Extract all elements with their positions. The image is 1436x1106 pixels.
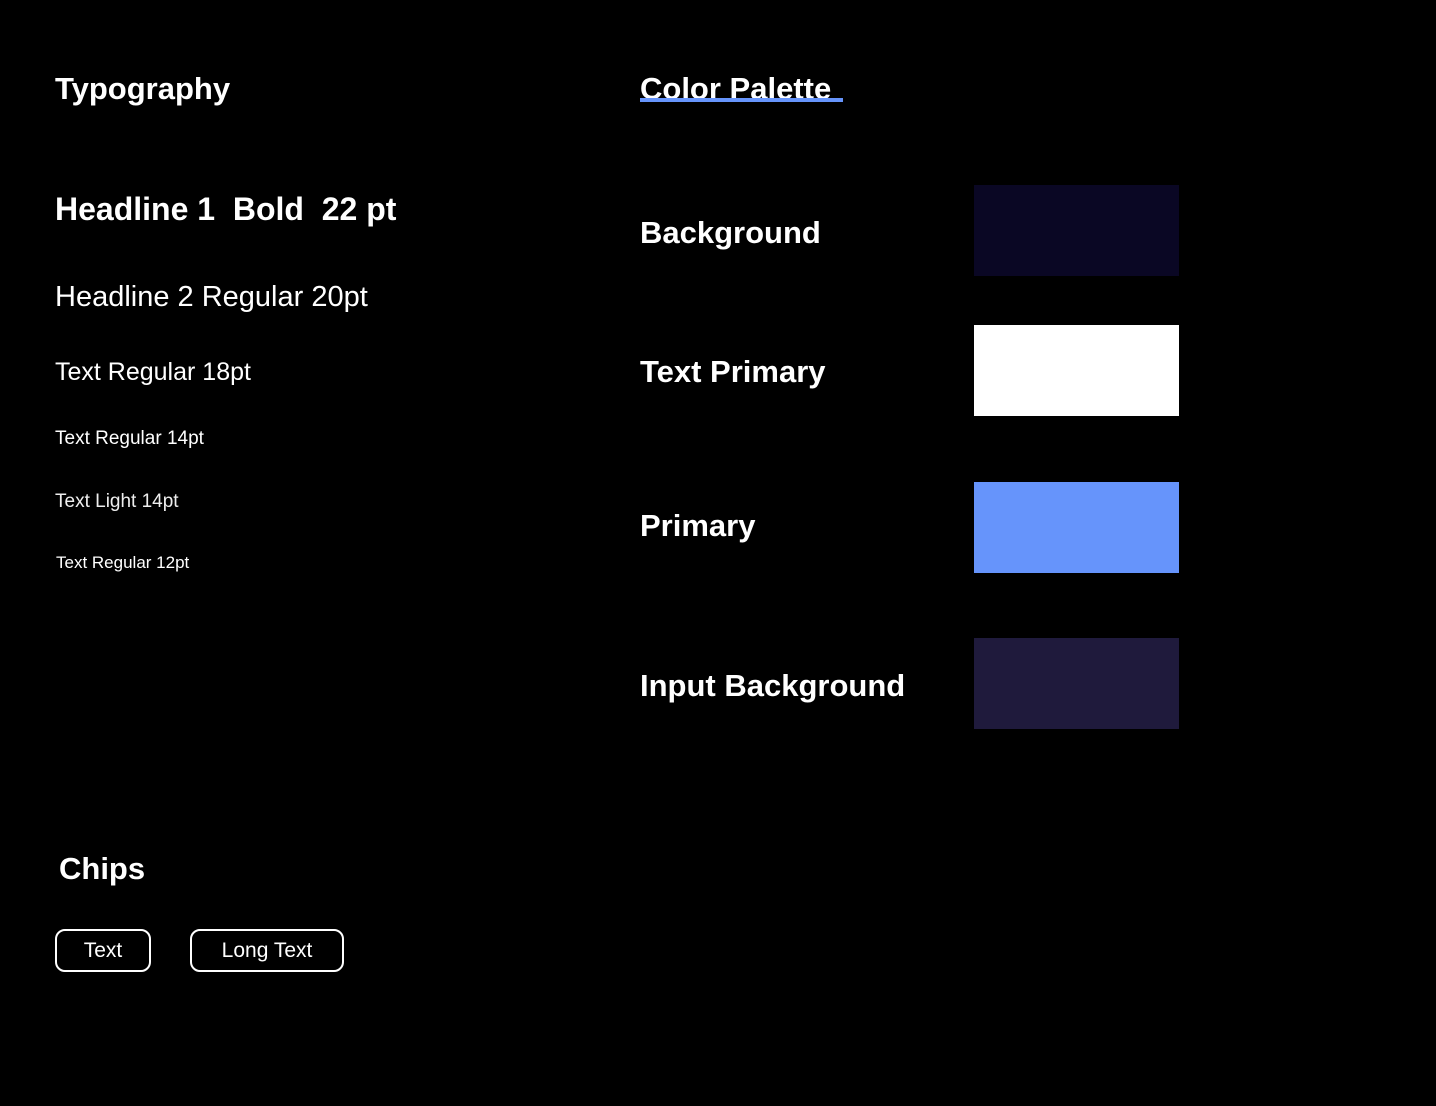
chips-section-title: Chips <box>59 851 146 886</box>
swatch-primary <box>974 482 1179 573</box>
swatch-input-background <box>974 638 1179 729</box>
swatch-label-background: Background <box>640 215 821 250</box>
typography-section-title: Typography <box>55 71 231 106</box>
swatch-label-text-primary: Text Primary <box>640 354 826 389</box>
headline-1-sample: Headline 1 Bold 22 pt <box>55 191 397 227</box>
swatch-label-input-background: Input Background <box>640 668 906 703</box>
swatch-text-primary <box>974 325 1179 416</box>
headline-2-sample: Headline 2 Regular 20pt <box>55 281 368 313</box>
swatch-label-primary: Primary <box>640 508 756 543</box>
color-palette-title-underline <box>640 98 843 102</box>
text-regular-14-sample: Text Regular 14pt <box>55 428 204 449</box>
chip-text[interactable]: Text <box>55 929 151 972</box>
swatch-background <box>974 185 1179 276</box>
text-regular-12-sample: Text Regular 12pt <box>56 553 190 572</box>
text-light-14-sample: Text Light 14pt <box>55 491 179 512</box>
text-regular-18-sample: Text Regular 18pt <box>55 358 251 386</box>
chip-long-text[interactable]: Long Text <box>190 929 344 972</box>
